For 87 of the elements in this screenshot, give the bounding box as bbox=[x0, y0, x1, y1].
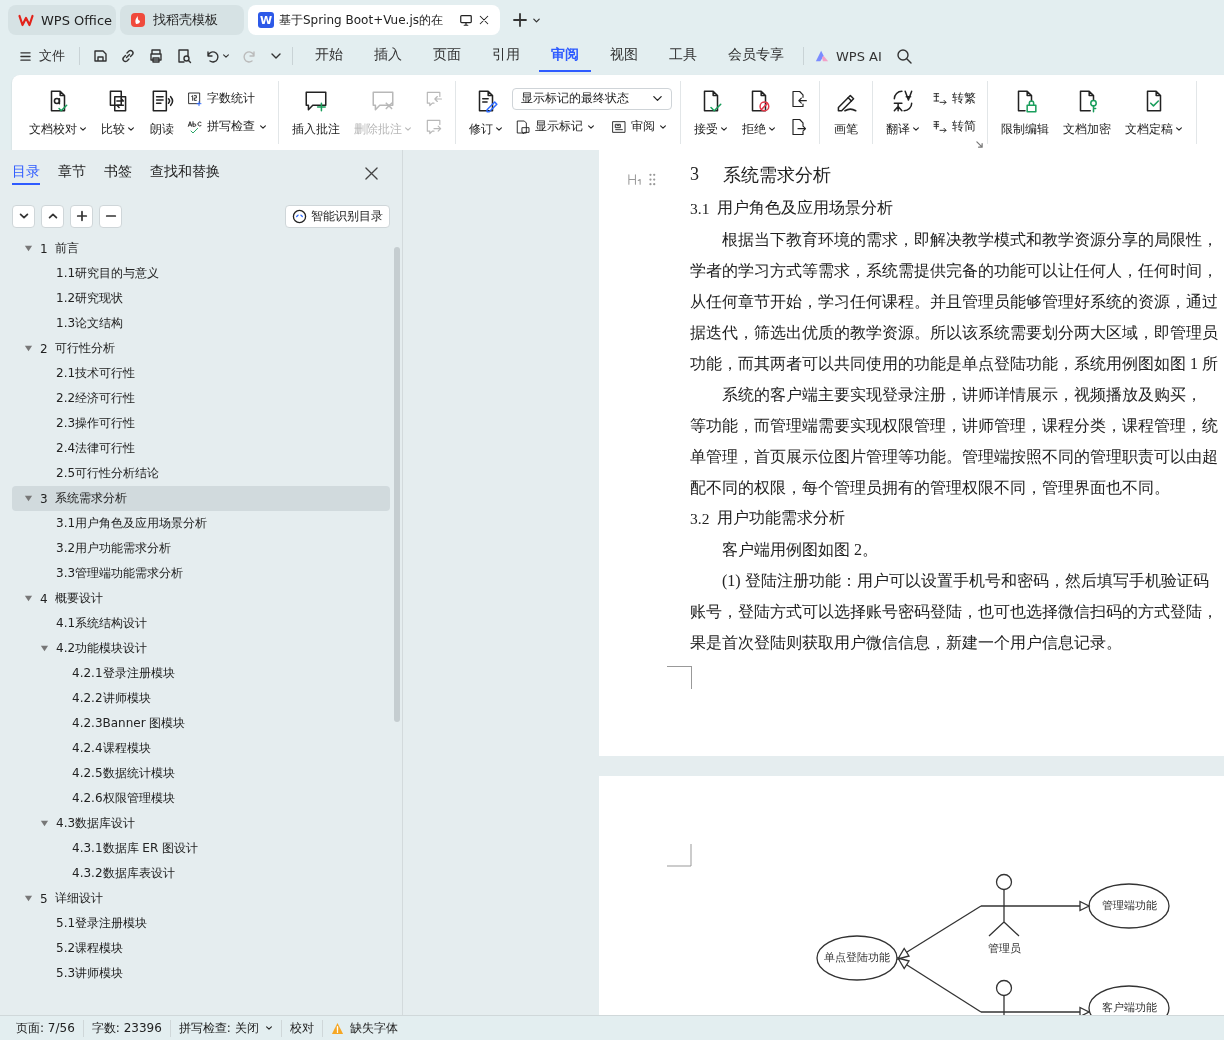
document-icon: W bbox=[258, 12, 274, 28]
ribbon-button[interactable]: 画笔 bbox=[828, 85, 864, 140]
panel-tab[interactable]: 书签 bbox=[104, 161, 132, 185]
outline-item[interactable]: 4.3.1数据库 ER 图设计 bbox=[12, 836, 390, 861]
outline-item[interactable]: 1.1研究目的与意义 bbox=[12, 261, 390, 286]
ribbon-button[interactable]: 字数统计 bbox=[184, 87, 270, 110]
outline-item[interactable]: 4 概要设计 bbox=[12, 586, 390, 611]
paragraph: 系统的客户端主要实现登录注册，讲师详情展示，视频播放及购买， 等功能，而管理端需要实现权限管理，讲师管理，课程分类，课程管理，统 单管理，首页展示位图片管理等功能。管理端按照不同的管理职责可以由超 配不同的权限，每个管理员拥有的管理权限不同，管理界面也不同。 bbox=[690, 385, 1219, 498]
outline-item[interactable]: 1 前言 bbox=[12, 236, 390, 261]
subheading-number: 3.1 bbox=[690, 199, 710, 218]
ribbon-button[interactable]: 拼写检查 bbox=[184, 115, 270, 138]
paragraph: (1) 登陆注册功能：用户可以设置手机号和密码，然后填写手机验证码 账号，登陆方式可以选择账号密码登陆，也可也选择微信扫码的方式登陆， 果是首次登陆则获取用户微信信息，新建一个用户信息记录。 bbox=[690, 571, 1219, 653]
file-menu[interactable]: 文件 bbox=[16, 47, 69, 65]
status-text: 页面: 7/56 bbox=[8, 1019, 84, 1037]
browser-tab[interactable]: W 基于Spring Boot+Vue.js的在 bbox=[248, 5, 500, 35]
use-case-label: 客户端功能 bbox=[1101, 1001, 1157, 1014]
outline-item[interactable]: 1.2研究现状 bbox=[12, 286, 390, 311]
smart-toc-button[interactable]: 智能识别目录 bbox=[285, 204, 390, 228]
outline-item[interactable]: 4.2.1登录注册模块 bbox=[12, 661, 390, 686]
ai-button[interactable]: WPS AI bbox=[814, 48, 882, 64]
outline-item[interactable]: 5 详细设计 bbox=[12, 886, 390, 911]
subheading-title: 用户角色及应用场景分析 bbox=[717, 198, 894, 218]
status-text: 字数: 23396 bbox=[83, 1019, 171, 1037]
ribbon-button[interactable]: 文档校对 bbox=[24, 85, 92, 140]
panel-tab[interactable]: 查找和替换 bbox=[150, 161, 220, 185]
ribbon-button[interactable]: 转繁 bbox=[929, 87, 979, 110]
ribbon-button[interactable]: 转简 bbox=[929, 115, 979, 138]
subheading-number: 3.2 bbox=[690, 509, 710, 528]
outline-item[interactable]: 3 系统需求分析 bbox=[12, 486, 390, 511]
ribbon-button[interactable]: 修订 bbox=[464, 85, 508, 140]
ribbon-tab[interactable]: 工具 bbox=[657, 40, 709, 72]
panel-tab[interactable]: 目录 bbox=[12, 161, 40, 185]
ribbon-tab[interactable]: 审阅 bbox=[539, 40, 591, 72]
ribbon-button[interactable]: 文档加密 bbox=[1058, 85, 1116, 140]
outline-item[interactable]: 2.3操作可行性 bbox=[12, 411, 390, 436]
outline-item[interactable]: 3.3管理端功能需求分析 bbox=[12, 561, 390, 586]
ribbon-tab[interactable]: 视图 bbox=[598, 40, 650, 72]
ribbon-button[interactable]: 朗读 bbox=[144, 85, 180, 140]
outline-item[interactable]: 5.3讲师模块 bbox=[12, 961, 390, 986]
outline-item[interactable]: 4.2功能模块设计 bbox=[12, 636, 390, 661]
ribbon-button[interactable]: 比较 bbox=[96, 85, 140, 140]
outline-item[interactable]: 4.2.3Banner 图模块 bbox=[12, 711, 390, 736]
outline-item[interactable]: 2.5可行性分析结论 bbox=[12, 461, 390, 486]
spell-check-status[interactable]: 拼写检查: 关闭 bbox=[170, 1019, 282, 1037]
use-case-label: 管理端功能 bbox=[1101, 899, 1157, 912]
outline-item[interactable]: 4.3.2数据库表设计 bbox=[12, 861, 390, 886]
ribbon-button[interactable]: 审阅 bbox=[608, 115, 670, 138]
outline-item[interactable]: 4.2.4课程模块 bbox=[12, 736, 390, 761]
outline-item[interactable]: 4.1系统结构设计 bbox=[12, 611, 390, 636]
outline-item[interactable]: 3.2用户功能需求分析 bbox=[12, 536, 390, 561]
ribbon-button[interactable]: 显示标记 bbox=[512, 115, 598, 138]
outline-item[interactable]: 4.2.2讲师模块 bbox=[12, 686, 390, 711]
actor-label: 管理员 bbox=[987, 942, 1021, 955]
status-text: 校对 bbox=[281, 1019, 323, 1037]
ribbon-button[interactable]: 翻译 bbox=[881, 85, 925, 140]
status-text: 缺失字体 bbox=[349, 1019, 398, 1037]
outline-item[interactable]: 5.1登录注册模块 bbox=[12, 911, 390, 936]
paragraph: 客户端用例图如图 2。 bbox=[721, 540, 879, 560]
outline-item[interactable]: 2 可行性分析 bbox=[12, 336, 390, 361]
ribbon-tab[interactable]: 开始 bbox=[303, 40, 355, 72]
ribbon-button[interactable]: 限制编辑 bbox=[996, 85, 1054, 140]
ribbon-button[interactable]: 接受 bbox=[689, 85, 733, 140]
paragraph: 根据当下教育环境的需求，即解决教学模式和教学资源分享的局限性， 学者的学习方式等需求，系统需提供完备的功能可以让任何人，任何时间， 从任何章节开始，学习任何课程。并且管理员能够管理好系统的资源，通过 据迭代，筛选出优质的教学资源。所以该系统需要划分两大区域，即管理员 功能，而其两者可以共同使用的功能是单点登陆功能，系统用例图如图 1 所 bbox=[690, 230, 1219, 374]
panel-tab[interactable]: 章节 bbox=[58, 161, 86, 185]
ribbon-button[interactable]: 插入批注 bbox=[287, 85, 345, 140]
markup-mode-dropdown[interactable]: 显示标记的最终状态 bbox=[512, 87, 672, 110]
subheading-title: 用户功能需求分析 bbox=[717, 508, 846, 528]
heading-title: 系统需求分析 bbox=[723, 163, 831, 187]
outline-item[interactable]: 2.4法律可行性 bbox=[12, 436, 390, 461]
outline-item[interactable]: 4.2.6权限管理模块 bbox=[12, 786, 390, 811]
outline-item[interactable]: 3.1用户角色及应用场景分析 bbox=[12, 511, 390, 536]
browser-tab[interactable]: 找稻壳模板 bbox=[120, 5, 244, 35]
outline-item[interactable]: 5.2课程模块 bbox=[12, 936, 390, 961]
use-case-label: 单点登陆功能 bbox=[824, 951, 890, 964]
ribbon-tab[interactable]: 会员专享 bbox=[716, 40, 796, 72]
ribbon-button[interactable]: 文档定稿 bbox=[1120, 85, 1188, 140]
outline-item[interactable]: 2.2经济可行性 bbox=[12, 386, 390, 411]
ribbon-button[interactable]: 拒绝 bbox=[737, 85, 781, 140]
ribbon-tab[interactable]: 引用 bbox=[480, 40, 532, 72]
outline-item[interactable]: 4.2.5数据统计模块 bbox=[12, 761, 390, 786]
outline-item[interactable]: 4.3数据库设计 bbox=[12, 811, 390, 836]
browser-tab[interactable]: WPS Office bbox=[8, 5, 116, 35]
ribbon-tab[interactable]: 插入 bbox=[362, 40, 414, 72]
outline-item[interactable]: 1.3论文结构 bbox=[12, 311, 390, 336]
outline-item[interactable]: 2.1技术可行性 bbox=[12, 361, 390, 386]
heading-number: 3 bbox=[690, 164, 699, 185]
ribbon-tab[interactable]: 页面 bbox=[421, 40, 473, 72]
